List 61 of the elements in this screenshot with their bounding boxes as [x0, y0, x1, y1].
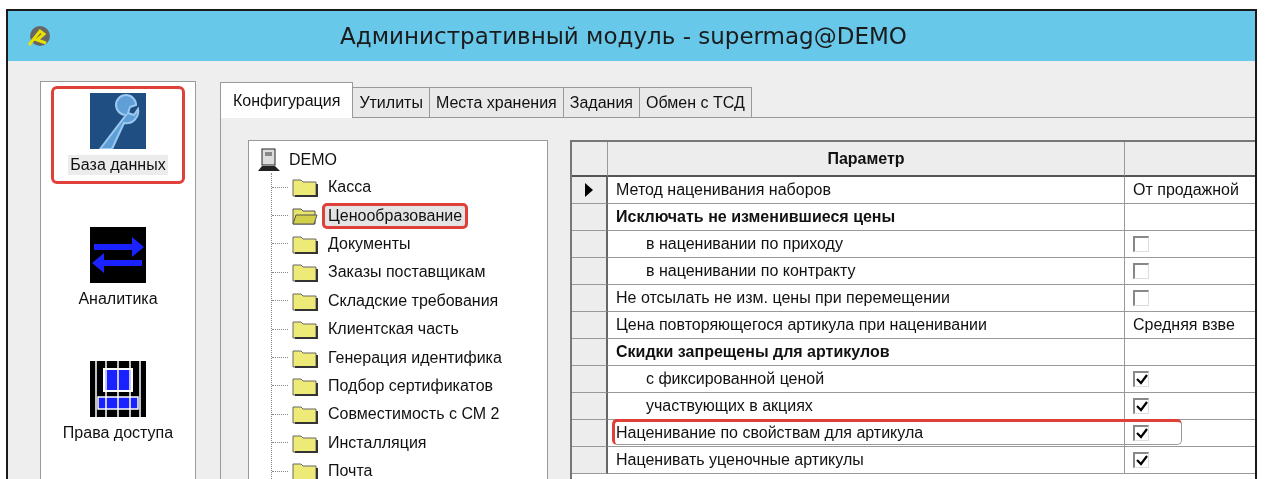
tab[interactable]: Утилиты [352, 87, 430, 117]
folder-icon [292, 177, 318, 198]
sidebar-item[interactable]: Права доступа [51, 354, 185, 452]
tree-item[interactable]: Подбор сертификатов [322, 372, 500, 399]
window-title: Административный модуль - supermag@DEMO [339, 23, 908, 49]
folder-icon [292, 262, 318, 283]
parameter-cell: в наценивании по контракту [608, 258, 1125, 285]
folder-icon [292, 233, 318, 254]
computer-icon [257, 148, 281, 172]
value-text: Средняя взве [1133, 316, 1235, 334]
folder-icon [292, 404, 318, 425]
parameter-cell: участвующих в акциях [608, 393, 1125, 420]
sidebar-item[interactable]: Аналитика [51, 220, 185, 318]
parameter-cell: Наценивать уценочные артикулы [608, 447, 1125, 474]
value-text: От продажной [1133, 181, 1239, 199]
column-header: Параметр [608, 142, 1125, 177]
checkbox[interactable] [1133, 263, 1149, 279]
checkbox[interactable] [1133, 371, 1149, 387]
sidebar-item[interactable]: База данных [51, 86, 185, 184]
tab[interactable]: Обмен с ТСД [639, 87, 752, 117]
parameter-cell: с фиксированной ценой [608, 366, 1125, 393]
folder-icon [292, 461, 318, 479]
folder-icon [292, 205, 318, 226]
checkbox[interactable] [1133, 398, 1149, 414]
folder-icon [292, 432, 318, 453]
tree-item[interactable]: Документы [322, 230, 417, 257]
tree-item[interactable]: Ценообразование [322, 202, 469, 229]
folder-icon [292, 319, 318, 340]
tab[interactable]: Места хранения [428, 87, 564, 117]
folder-icon [292, 375, 318, 396]
wrench-icon [90, 93, 146, 149]
tree-item[interactable]: Почта [322, 458, 379, 479]
parameter-cell: Скидки запрещены для артикулов [608, 339, 1125, 366]
checkbox[interactable] [1133, 290, 1149, 306]
checkbox[interactable] [1133, 425, 1149, 441]
parameter-cell: Исключать не изменившиеся цены [608, 204, 1125, 231]
tree-item[interactable]: Генерация идентифика [322, 344, 508, 371]
folder-icon [292, 347, 318, 368]
parameter-cell: Метод наценивания наборов [608, 177, 1125, 204]
app-icon [26, 23, 52, 49]
checkbox[interactable] [1133, 452, 1149, 468]
tree-item[interactable]: DEMO [289, 151, 337, 169]
tree-item[interactable]: Совместимость с СМ 2 [322, 401, 506, 428]
tab[interactable]: Задания [562, 87, 640, 117]
computer-icon [90, 361, 146, 417]
current-row-icon [584, 182, 594, 198]
tree-item[interactable]: Касса [322, 174, 378, 201]
parameter-cell: в наценивании по приходу [608, 231, 1125, 258]
folder-icon [292, 290, 318, 311]
parameter-cell: Не отсылать не изм. цены при перемещении [608, 285, 1125, 312]
row-header[interactable] [572, 177, 608, 204]
tree-item[interactable]: Заказы поставщикам [322, 259, 492, 286]
parameter-cell: Наценивание по свойствам для артикула [608, 420, 1125, 447]
tree-item[interactable]: Складские требования [322, 287, 505, 314]
corner-cell [572, 142, 608, 177]
checkbox[interactable] [1133, 236, 1149, 252]
parameter-cell: Цена повторяющегося артикула при наценивании [608, 312, 1125, 339]
tab[interactable]: Конфигурация [220, 82, 354, 118]
tree-item[interactable]: Клиентская часть [322, 316, 465, 343]
tree-item[interactable]: Инсталляция [322, 429, 433, 456]
arrows-icon [90, 227, 146, 283]
